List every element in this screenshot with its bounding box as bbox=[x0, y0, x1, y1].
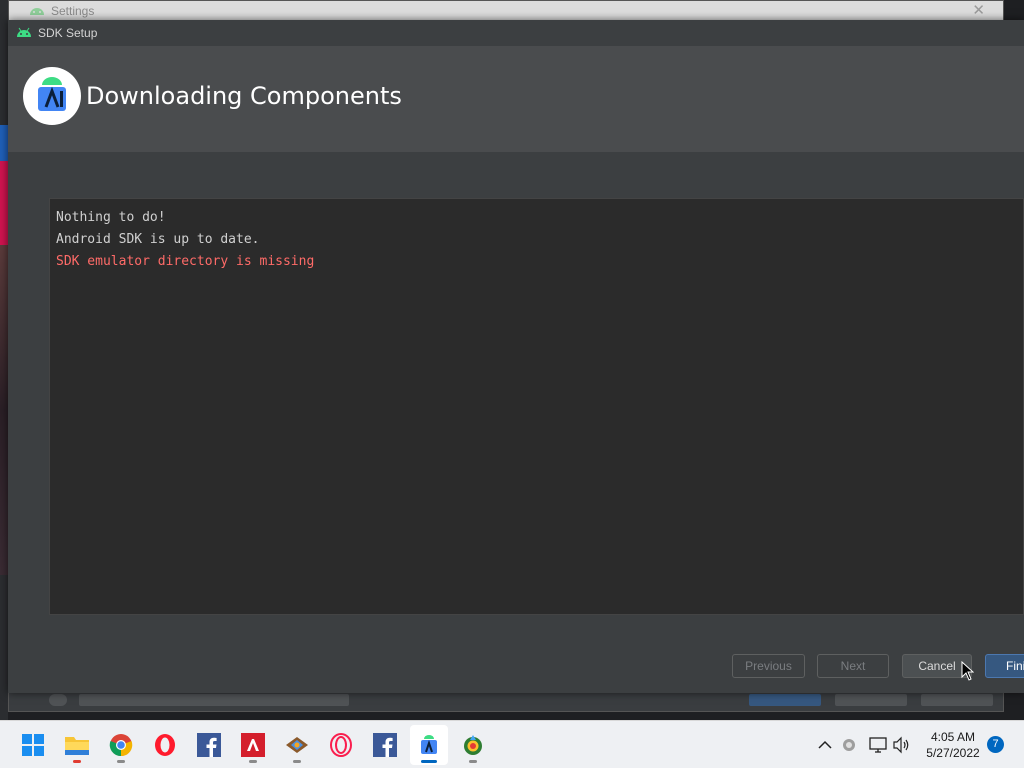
android-studio-icon[interactable] bbox=[416, 732, 442, 763]
file-explorer-icon[interactable] bbox=[64, 732, 90, 763]
mouse-cursor-icon bbox=[961, 661, 974, 681]
dialog-header: Downloading Components bbox=[8, 46, 1024, 152]
network-icon[interactable] bbox=[866, 732, 890, 758]
apply-button[interactable] bbox=[921, 694, 993, 706]
desktop-stripe bbox=[0, 245, 8, 575]
taskbar-clock[interactable]: 4:05 AM 5/27/2022 bbox=[920, 729, 986, 761]
console-error-line: SDK emulator directory is missing bbox=[56, 254, 315, 269]
start-menu-icon[interactable] bbox=[20, 732, 46, 758]
settings-hint bbox=[79, 694, 349, 706]
desktop-background-left bbox=[0, 0, 8, 720]
console-line: Nothing to do! bbox=[56, 210, 166, 225]
running-indicator bbox=[117, 760, 125, 763]
facebook-icon[interactable] bbox=[196, 732, 222, 758]
desktop-stripe bbox=[0, 161, 8, 245]
dialog-title: SDK Setup bbox=[38, 26, 98, 40]
android-icon bbox=[30, 8, 44, 15]
opera-icon[interactable] bbox=[152, 732, 178, 758]
next-button[interactable]: Next bbox=[817, 654, 889, 678]
taskbar: 4:05 AM 5/27/2022 7 bbox=[0, 720, 1024, 768]
opera-gx-icon[interactable] bbox=[328, 732, 354, 758]
app-icon[interactable] bbox=[284, 732, 310, 763]
chevron-up-icon[interactable] bbox=[814, 732, 836, 758]
ok-button[interactable] bbox=[749, 694, 821, 706]
facebook-icon[interactable] bbox=[372, 732, 398, 758]
running-indicator bbox=[249, 760, 257, 763]
finish-button[interactable]: Finish bbox=[985, 654, 1024, 678]
android-studio-logo bbox=[23, 67, 81, 125]
notification-badge[interactable]: 7 bbox=[987, 736, 1004, 753]
android-icon bbox=[17, 27, 31, 37]
console-output[interactable]: Nothing to do! Android SDK is up to date… bbox=[49, 198, 1024, 615]
running-indicator bbox=[73, 760, 81, 763]
android-studio-icon bbox=[38, 77, 66, 111]
chrome-icon[interactable] bbox=[108, 732, 134, 763]
clock-date: 5/27/2022 bbox=[926, 746, 980, 760]
help-icon[interactable] bbox=[49, 694, 67, 706]
running-indicator bbox=[293, 760, 301, 763]
running-indicator bbox=[469, 760, 477, 763]
sdk-setup-titlebar[interactable]: SDK Setup bbox=[8, 20, 1024, 46]
desktop-stripe bbox=[0, 125, 8, 161]
page-title: Downloading Components bbox=[86, 82, 402, 110]
clock-time: 4:05 AM bbox=[930, 730, 976, 744]
security-icon[interactable] bbox=[838, 732, 860, 758]
cancel-button[interactable] bbox=[835, 694, 907, 706]
settings-titlebar[interactable]: Settings ✕ bbox=[9, 1, 1003, 21]
console-line: Android SDK is up to date. bbox=[56, 232, 260, 247]
app-icon[interactable] bbox=[460, 732, 486, 763]
active-indicator bbox=[421, 760, 437, 763]
settings-title-text: Settings bbox=[51, 4, 95, 18]
close-icon[interactable]: ✕ bbox=[972, 1, 985, 21]
previous-button[interactable]: Previous bbox=[732, 654, 805, 678]
amd-icon[interactable] bbox=[240, 732, 266, 763]
sdk-setup-dialog: SDK Setup Downloading Components Nothing… bbox=[8, 20, 1024, 693]
volume-icon[interactable] bbox=[890, 732, 914, 758]
